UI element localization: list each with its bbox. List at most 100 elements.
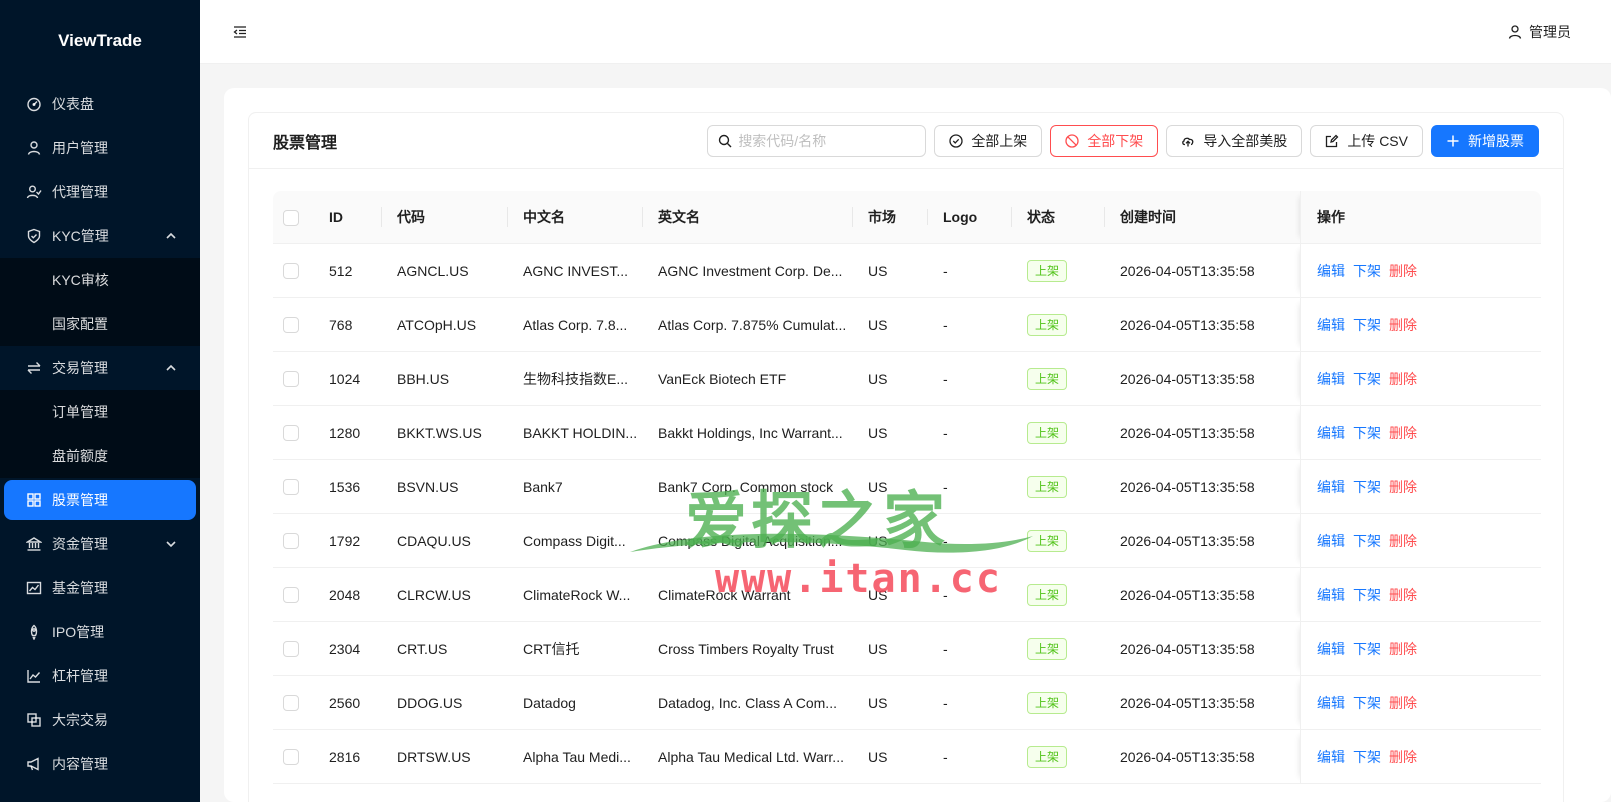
sidebar-item-funds-management[interactable]: 资金管理 [0, 522, 200, 566]
list-all-button[interactable]: 全部上架 [934, 125, 1043, 157]
search-input[interactable] [738, 133, 909, 149]
sidebar-item-leverage[interactable]: 杠杆管理 [0, 654, 200, 698]
delist-link[interactable]: 下架 [1353, 477, 1381, 497]
select-all-checkbox[interactable] [283, 209, 299, 226]
delist-link[interactable]: 下架 [1353, 693, 1381, 713]
row-checkbox[interactable] [283, 533, 299, 550]
sidebar-item-label: 订单管理 [52, 404, 108, 420]
sidebar-item-users[interactable]: 用户管理 [0, 126, 200, 170]
cell-actions: 编辑 下架 删除 [1300, 406, 1541, 459]
column-header-market[interactable]: 市场 [852, 207, 927, 227]
delist-link[interactable]: 下架 [1353, 747, 1381, 767]
table-row: 2304 CRT.US CRT信托 Cross Timbers Royalty Tru… [273, 622, 1541, 676]
row-checkbox[interactable] [283, 317, 299, 334]
sidebar-item-country-config[interactable]: 国家配置 [0, 302, 200, 346]
sidebar-item-ipo[interactable]: IPO管理 [0, 610, 200, 654]
cell-status: 上架 [1011, 529, 1104, 552]
row-select-cell [273, 532, 313, 550]
edit-link[interactable]: 编辑 [1317, 531, 1345, 551]
edit-link[interactable]: 编辑 [1317, 639, 1345, 659]
table-row: 1536 BSVN.US Bank7 Bank7 Corp. Common stock… [273, 460, 1541, 514]
upload-csv-button[interactable]: 上传 CSV [1310, 125, 1423, 157]
sidebar-item-premarket-quota[interactable]: 盘前额度 [0, 434, 200, 478]
sidebar-item-trading[interactable]: 交易管理 [0, 346, 200, 390]
swap-icon [26, 360, 42, 376]
cell-id: 768 [329, 316, 353, 333]
sidebar-item-content[interactable]: 内容管理 [0, 742, 200, 786]
edit-link[interactable]: 编辑 [1317, 477, 1345, 497]
table-row: 2048 CLRCW.US ClimateRock W... ClimateRock … [273, 568, 1541, 622]
search-box[interactable] [707, 125, 927, 157]
row-select-cell [273, 262, 313, 280]
cell-code: BSVN.US [397, 478, 459, 495]
edit-link[interactable]: 编辑 [1317, 369, 1345, 389]
cell-actions: 编辑 下架 删除 [1300, 298, 1541, 351]
column-header-code[interactable]: 代码 [381, 207, 507, 227]
sidebar-item-kyc-review[interactable]: KYC审核 [0, 258, 200, 302]
edit-link[interactable]: 编辑 [1317, 261, 1345, 281]
brand-logo[interactable]: ViewTrade [0, 0, 200, 82]
delete-link[interactable]: 删除 [1389, 261, 1417, 281]
column-header-cn-name[interactable]: 中文名 [507, 207, 642, 227]
cell-logo: - [943, 694, 948, 711]
import-all-us-button[interactable]: 导入全部美股 [1166, 125, 1303, 157]
delete-link[interactable]: 删除 [1389, 369, 1417, 389]
sidebar-item-fund[interactable]: 基金管理 [0, 566, 200, 610]
sidebar-item-label: 基金管理 [52, 580, 108, 596]
delete-link[interactable]: 删除 [1389, 747, 1417, 767]
delist-link[interactable]: 下架 [1353, 585, 1381, 605]
cell-market: US [868, 262, 888, 279]
sidebar-item-block-trade[interactable]: 大宗交易 [0, 698, 200, 742]
row-checkbox[interactable] [283, 587, 299, 604]
delete-link[interactable]: 删除 [1389, 693, 1417, 713]
column-header-en-name[interactable]: 英文名 [642, 207, 852, 227]
cell-status: 上架 [1011, 745, 1104, 768]
column-header-status[interactable]: 状态 [1011, 207, 1104, 227]
delete-link[interactable]: 删除 [1389, 531, 1417, 551]
delist-link[interactable]: 下架 [1353, 639, 1381, 659]
cell-status: 上架 [1011, 259, 1104, 282]
sidebar-item-agents[interactable]: 代理管理 [0, 170, 200, 214]
sidebar-item-stocks[interactable]: 股票管理 [4, 480, 196, 520]
row-checkbox[interactable] [283, 371, 299, 388]
delist-link[interactable]: 下架 [1353, 261, 1381, 281]
row-checkbox[interactable] [283, 695, 299, 712]
edit-link[interactable]: 编辑 [1317, 423, 1345, 443]
add-stock-button[interactable]: 新增股票 [1431, 125, 1539, 157]
delete-link[interactable]: 删除 [1389, 477, 1417, 497]
delist-link[interactable]: 下架 [1353, 531, 1381, 551]
delete-link[interactable]: 删除 [1389, 585, 1417, 605]
edit-link[interactable]: 编辑 [1317, 693, 1345, 713]
sidebar-item-label: IPO管理 [52, 624, 105, 640]
row-checkbox[interactable] [283, 263, 299, 280]
delete-link[interactable]: 删除 [1389, 423, 1417, 443]
delist-link[interactable]: 下架 [1353, 369, 1381, 389]
column-header-logo[interactable]: Logo [927, 209, 1011, 225]
cell-market: US [868, 694, 888, 711]
cell-en-name: Datadog, Inc. Class A Com... [658, 694, 837, 711]
column-header-id[interactable]: ID [313, 209, 381, 225]
cell-status: 上架 [1011, 637, 1104, 660]
menu-fold-icon[interactable] [232, 24, 248, 40]
edit-link[interactable]: 编辑 [1317, 747, 1345, 767]
row-checkbox[interactable] [283, 749, 299, 766]
sidebar-item-kyc[interactable]: KYC管理 [0, 214, 200, 258]
cloud-upload-icon [1182, 137, 1194, 147]
row-checkbox[interactable] [283, 425, 299, 442]
column-header-created-time[interactable]: 创建时间 [1104, 207, 1300, 227]
delist-all-button[interactable]: 全部下架 [1050, 125, 1159, 157]
delist-link[interactable]: 下架 [1353, 315, 1381, 335]
delete-link[interactable]: 删除 [1389, 639, 1417, 659]
cell-id: 1792 [329, 532, 361, 549]
delete-link[interactable]: 删除 [1389, 315, 1417, 335]
sidebar-item-dashboard[interactable]: 仪表盘 [0, 82, 200, 126]
delist-link[interactable]: 下架 [1353, 423, 1381, 443]
edit-link[interactable]: 编辑 [1317, 315, 1345, 335]
edit-link[interactable]: 编辑 [1317, 585, 1345, 605]
row-checkbox[interactable] [283, 479, 299, 496]
row-checkbox[interactable] [283, 641, 299, 658]
sidebar-item-orders[interactable]: 订单管理 [0, 390, 200, 434]
cell-cn-name: Bank7 [523, 478, 563, 495]
user-menu[interactable]: 管理员 [1507, 22, 1571, 42]
cell-id: 2816 [329, 748, 361, 765]
